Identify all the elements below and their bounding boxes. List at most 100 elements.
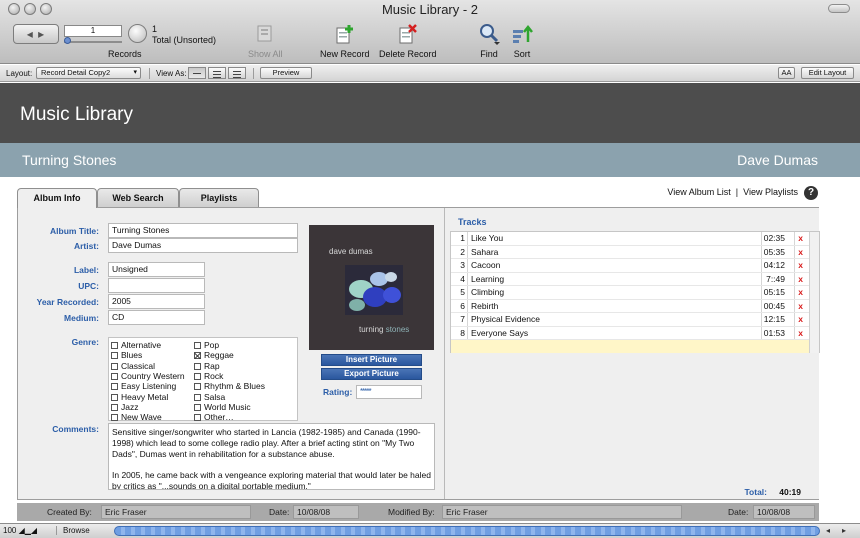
text-formatting-button[interactable]: AA — [778, 67, 795, 79]
delete-record-button[interactable]: Delete Record — [379, 22, 437, 59]
tab-album-info[interactable]: Album Info — [17, 188, 97, 208]
delete-track-icon[interactable]: x — [798, 314, 803, 324]
new-record-button[interactable]: New Record — [320, 22, 370, 59]
track-row[interactable]: 7 Physical Evidence 12:15 x — [451, 313, 811, 327]
genre-checkbox[interactable] — [194, 372, 201, 380]
genre-checkbox[interactable] — [111, 393, 118, 401]
genre-checkbox[interactable] — [194, 414, 201, 422]
genre-option[interactable]: Rhythm & Blues — [194, 381, 265, 391]
show-all-button[interactable]: Show All — [248, 22, 283, 59]
genre-checkbox[interactable] — [194, 403, 201, 411]
genre-checkbox[interactable] — [111, 414, 118, 422]
insert-picture-button[interactable]: Insert Picture — [321, 354, 422, 366]
view-as-form-button[interactable] — [188, 67, 206, 79]
edit-layout-button[interactable]: Edit Layout — [801, 67, 854, 79]
tracks-pane: Tracks 1 Like You 02:35 x 2 Sahara 05:35 x 3 Caco… — [444, 208, 820, 499]
genre-option[interactable]: Classical — [111, 361, 155, 371]
scroll-left-icon[interactable]: ◂ — [826, 526, 830, 535]
track-row[interactable]: 8 Everyone Says 01:53 x — [451, 327, 811, 340]
genre-checkbox[interactable] — [194, 393, 201, 401]
genre-option[interactable]: Blues — [111, 350, 142, 360]
comments-field[interactable]: Sensitive singer/songwriter who started … — [108, 423, 435, 490]
genre-option[interactable]: Rap — [194, 361, 220, 371]
genre-checkbox[interactable] — [111, 403, 118, 411]
view-album-list-link[interactable]: View Album List — [667, 187, 730, 197]
genre-option-label: Alternative — [121, 340, 162, 350]
album-title-field[interactable]: Turning Stones — [108, 223, 298, 238]
delete-track-icon[interactable]: x — [798, 233, 803, 243]
genre-checkbox[interactable] — [111, 362, 118, 370]
upc-field[interactable] — [108, 278, 205, 293]
genre-checkbox[interactable] — [194, 383, 201, 391]
header-bar: Music Library — [0, 83, 860, 143]
tab-web-search[interactable]: Web Search — [97, 188, 179, 207]
track-row[interactable]: 4 Learning 7::49 x — [451, 273, 811, 286]
modified-by-field[interactable]: Eric Fraser — [442, 505, 682, 519]
track-row[interactable]: 6 Rebirth 00:45 x — [451, 300, 811, 313]
rating-field[interactable]: ***** — [356, 385, 422, 399]
sort-button[interactable]: Sort — [510, 22, 534, 59]
genre-option[interactable]: Jazz — [111, 402, 138, 412]
genre-option[interactable]: Easy Listening — [111, 381, 176, 391]
track-row[interactable]: 5 Climbing 05:15 x — [451, 286, 811, 300]
delete-track-icon[interactable]: x — [798, 328, 803, 338]
genre-option[interactable]: Pop — [194, 340, 219, 350]
zoom-level[interactable]: 100 ◢▁◢ — [3, 526, 37, 535]
delete-track-icon[interactable]: x — [798, 247, 803, 257]
genre-checkbox[interactable] — [194, 362, 201, 370]
genre-checkbox[interactable] — [194, 342, 201, 349]
track-row[interactable]: 1 Like You 02:35 x — [451, 232, 811, 246]
horizontal-scrollbar[interactable] — [114, 526, 820, 536]
record-number-input[interactable]: 1 — [64, 25, 122, 37]
upc-label: UPC: — [78, 281, 99, 291]
genre-option[interactable]: World Music — [194, 402, 251, 412]
delete-track-icon[interactable]: x — [798, 301, 803, 311]
mode-indicator[interactable]: Browse — [56, 526, 106, 535]
scroll-right-icon[interactable]: ▸ — [842, 526, 846, 535]
modified-date-field[interactable]: 10/08/08 — [753, 505, 815, 519]
record-pie-icon — [128, 24, 147, 43]
album-artwork[interactable]: dave dumas turning stones — [309, 225, 434, 350]
delete-track-icon[interactable]: x — [798, 260, 803, 270]
view-playlists-link[interactable]: View Playlists — [743, 187, 798, 197]
genre-option[interactable]: Rock — [194, 371, 223, 381]
genre-checkbox[interactable] — [194, 352, 201, 360]
find-button[interactable]: Find — [477, 22, 501, 59]
layout-select[interactable]: Record Detail Copy2 ▾ — [36, 67, 141, 79]
record-book-icon[interactable]: ◂ ▸ — [13, 24, 59, 44]
track-row[interactable]: 2 Sahara 05:35 x — [451, 246, 811, 259]
track-row[interactable]: 3 Cacoon 04:12 x — [451, 259, 811, 273]
created-date-field[interactable]: 10/08/08 — [293, 505, 359, 519]
genre-option[interactable]: Other… — [194, 412, 234, 422]
preview-button[interactable]: Preview — [260, 67, 312, 79]
tab-playlists[interactable]: Playlists — [179, 188, 259, 207]
genre-option[interactable]: Salsa — [194, 392, 225, 402]
help-icon[interactable]: ? — [804, 186, 818, 200]
delete-track-icon[interactable]: x — [798, 274, 803, 284]
record-slider-handle[interactable] — [64, 37, 71, 44]
genre-option[interactable]: Reggae — [194, 350, 234, 360]
delete-track-icon[interactable]: x — [798, 287, 803, 297]
track-number: 5 — [460, 287, 465, 297]
genre-checkbox[interactable] — [111, 352, 118, 360]
genre-option-label: Heavy Metal — [121, 391, 169, 402]
medium-field[interactable]: CD — [108, 310, 205, 325]
label-field[interactable]: Unsigned — [108, 262, 205, 277]
genre-checkbox[interactable] — [111, 383, 118, 391]
toolbar-toggle-button[interactable] — [828, 4, 850, 13]
genre-option[interactable]: Alternative — [111, 340, 161, 350]
artist-field[interactable]: Dave Dumas — [108, 238, 298, 253]
view-as-list-button[interactable] — [208, 67, 226, 79]
export-picture-button[interactable]: Export Picture — [321, 368, 422, 380]
created-by-field[interactable]: Eric Fraser — [101, 505, 251, 519]
genre-checkbox[interactable] — [111, 372, 118, 380]
new-track-row[interactable] — [451, 340, 811, 353]
year-recorded-field[interactable]: 2005 — [108, 294, 205, 309]
genre-checkbox[interactable] — [111, 342, 118, 349]
genre-option[interactable]: New Wave — [111, 412, 162, 422]
tracks-scrollbar[interactable] — [809, 232, 819, 353]
genre-option[interactable]: Heavy Metal — [111, 392, 168, 402]
genre-option[interactable]: Country Western — [111, 371, 185, 381]
view-as-table-button[interactable] — [228, 67, 246, 79]
record-slider[interactable] — [64, 41, 122, 43]
